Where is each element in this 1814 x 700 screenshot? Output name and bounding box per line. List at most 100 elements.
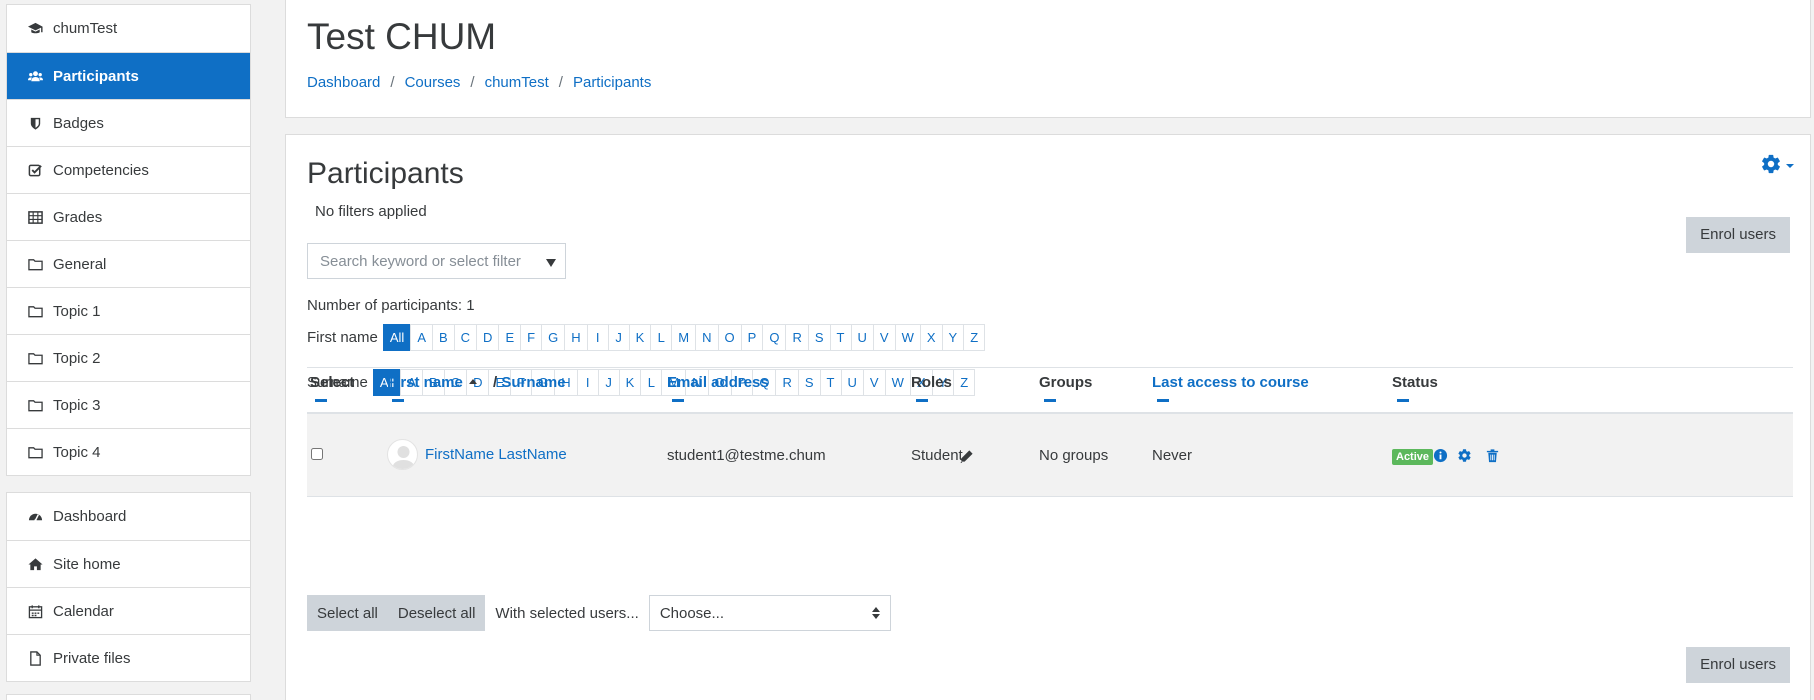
sidebar-item-topic-1[interactable]: Topic 1 <box>7 287 250 334</box>
gear-icon[interactable] <box>1457 448 1472 463</box>
firstname-initial-y[interactable]: Y <box>941 324 965 351</box>
firstname-initial-n[interactable]: N <box>695 324 719 351</box>
firstname-initial-e[interactable]: E <box>498 324 522 351</box>
firstname-initial-b[interactable]: B <box>431 324 455 351</box>
breadcrumb-dashboard[interactable]: Dashboard <box>307 74 380 91</box>
select-arrows-icon <box>871 607 880 619</box>
col-status-label: Status <box>1392 374 1438 391</box>
pencil-icon[interactable] <box>959 449 974 464</box>
search-input[interactable] <box>320 252 540 270</box>
participant-name-link[interactable]: FirstName LastName <box>425 446 567 463</box>
firstname-initial-s[interactable]: S <box>807 324 831 351</box>
firstname-initial-w[interactable]: W <box>894 324 921 351</box>
sort-last-access-link[interactable]: Last access to course <box>1152 374 1309 391</box>
sidebar-item-private-files[interactable]: Private files <box>7 634 250 681</box>
check-square-icon <box>27 162 43 178</box>
breadcrumb-course[interactable]: chumTest <box>485 74 549 91</box>
collapse-icon[interactable] <box>1044 399 1056 402</box>
col-groups-label: Groups <box>1039 374 1093 391</box>
enrol-users-button[interactable]: Enrol users <box>1686 217 1790 253</box>
sidebar-item-grades[interactable]: Grades <box>7 193 250 240</box>
firstname-initial-x[interactable]: X <box>919 324 943 351</box>
participants-table: Select First name / Surname Email addres… <box>307 367 1793 497</box>
firstname-initial-z[interactable]: Z <box>963 324 986 351</box>
firstname-initial-j[interactable]: J <box>607 324 630 351</box>
firstname-initial-m[interactable]: M <box>671 324 697 351</box>
firstname-initial-k[interactable]: K <box>628 324 652 351</box>
collapse-icon[interactable] <box>315 399 327 402</box>
sidebar-item-topic-3[interactable]: Topic 3 <box>7 381 250 428</box>
firstname-initial-o[interactable]: O <box>717 324 742 351</box>
trash-icon[interactable] <box>1485 448 1500 463</box>
sort-surname-link[interactable]: Surname <box>501 374 565 391</box>
firstname-initial-u[interactable]: U <box>850 324 874 351</box>
firstname-initial-q[interactable]: Q <box>762 324 787 351</box>
sidebar-item-chumtest[interactable]: chumTest <box>7 5 250 52</box>
firstname-initial-v[interactable]: V <box>872 324 896 351</box>
section-title: Participants <box>307 157 464 190</box>
firstname-initial-f[interactable]: F <box>520 324 543 351</box>
col-groups: Groups <box>1039 374 1092 402</box>
sidebar-item-general[interactable]: General <box>7 240 250 287</box>
sidebar-item-competencies[interactable]: Competencies <box>7 146 250 193</box>
initials-bar: All A B C D E F G H I J K L M N O P Q R S T U V W X Y Z <box>382 324 986 351</box>
firstname-initial-g[interactable]: G <box>541 324 566 351</box>
bulk-action-select[interactable]: Choose... <box>648 595 891 631</box>
sort-firstname-link[interactable]: First name <box>387 374 463 391</box>
breadcrumb-courses[interactable]: Courses <box>405 74 461 91</box>
firstname-initial-p[interactable]: P <box>740 324 764 351</box>
home-icon <box>27 556 43 572</box>
participant-role: Student <box>911 447 963 464</box>
sidebar-item-site-home[interactable]: Site home <box>7 540 250 587</box>
firstname-initials-bar: First name All A B C D E F G H I J K L M N O P Q R S T U V W X Y Z <box>307 324 986 351</box>
collapse-icon[interactable] <box>392 399 404 402</box>
breadcrumb-participants[interactable]: Participants <box>573 74 651 91</box>
sidebar: chumTest Participants Badges Competencie… <box>6 4 251 682</box>
deselect-all-button[interactable]: Deselect all <box>387 595 486 631</box>
sidebar-item-calendar[interactable]: Calendar <box>7 587 250 634</box>
sidebar-item-badges[interactable]: Badges <box>7 99 250 146</box>
firstname-initial-r[interactable]: R <box>785 324 809 351</box>
firstname-initial-l[interactable]: L <box>650 324 673 351</box>
firstname-initial-i[interactable]: I <box>586 324 609 351</box>
col-email: Email address <box>667 374 769 402</box>
firstname-initial-h[interactable]: H <box>564 324 588 351</box>
bulk-actions: Select all Deselect all With selected us… <box>307 595 891 631</box>
sidebar-item-label: Topic 2 <box>53 349 101 367</box>
firstname-initial-d[interactable]: D <box>476 324 500 351</box>
collapse-icon[interactable] <box>672 399 684 402</box>
sidebar-block-partial <box>6 694 251 700</box>
shield-icon <box>27 115 43 131</box>
col-roles-label: Roles <box>911 374 952 391</box>
firstname-initials-label: First name <box>307 329 378 346</box>
collapse-icon[interactable] <box>1397 399 1409 402</box>
sidebar-item-participants[interactable]: Participants <box>7 52 250 99</box>
firstname-initial-t[interactable]: T <box>829 324 852 351</box>
sidebar-item-topic-4[interactable]: Topic 4 <box>7 428 250 475</box>
dropdown-caret-icon[interactable] <box>546 259 556 267</box>
filter-search[interactable] <box>307 243 566 279</box>
firstname-initial-c[interactable]: C <box>453 324 478 351</box>
firstname-initial-all[interactable]: All <box>382 324 412 351</box>
info-icon[interactable] <box>1433 448 1448 463</box>
sidebar-item-label: Topic 3 <box>53 396 101 414</box>
sidebar-item-label: Private files <box>53 649 131 667</box>
sidebar-item-dashboard[interactable]: Dashboard <box>7 493 250 540</box>
course-nav: chumTest Participants Badges Competencie… <box>6 4 251 476</box>
firstname-initial-a[interactable]: A <box>410 324 433 351</box>
col-name: First name / Surname <box>387 374 566 402</box>
participant-groups: No groups <box>1039 447 1109 464</box>
sidebar-item-label: Participants <box>53 67 139 85</box>
sidebar-item-label: Topic 1 <box>53 302 101 320</box>
sort-email-link[interactable]: Email address <box>667 374 769 391</box>
collapse-icon[interactable] <box>916 399 928 402</box>
enrol-users-button[interactable]: Enrol users <box>1686 647 1790 683</box>
settings-menu[interactable] <box>1760 153 1794 179</box>
collapse-icon[interactable] <box>1157 399 1169 402</box>
file-icon <box>27 650 43 666</box>
bulk-action-selected-value: Choose... <box>659 604 725 622</box>
users-icon <box>27 68 43 84</box>
select-all-button[interactable]: Select all <box>307 595 388 631</box>
sidebar-item-topic-2[interactable]: Topic 2 <box>7 334 250 381</box>
row-select-checkbox[interactable] <box>311 448 323 460</box>
